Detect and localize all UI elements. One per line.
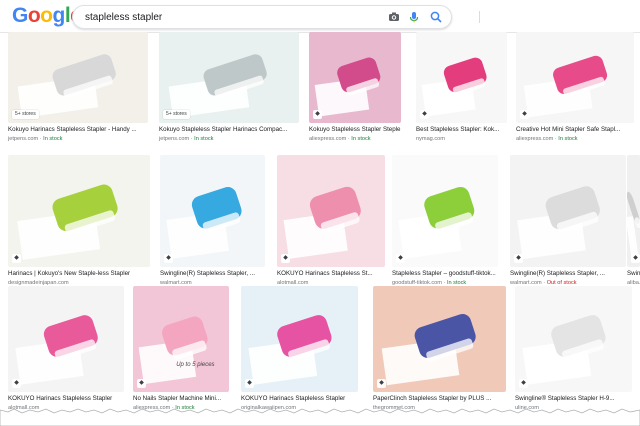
image-result[interactable]: ◆ Best Stapleless Stapler: Kok... nymag.co… [416,32,507,147]
stores-badge: 5+ stores [163,110,190,119]
image-result[interactable]: 5+ stores Kokuyo Stapleless Stapler Harin… [159,32,299,147]
image-result[interactable]: ◆ PaperClinch Stapleless Stapler by PLUS … [373,286,506,416]
result-title[interactable]: Kokuyo Harinacs Stapleless Stapler - Han… [8,126,148,134]
result-title[interactable]: No Nails Stapler Machine Mini... [133,395,229,403]
result-title[interactable]: KOKUYO Harinacs Stapleless Stapler [8,395,124,403]
tag-icon: ◆ [377,379,386,388]
search-divider [479,11,480,23]
logo-letter: G [12,4,28,27]
result-title[interactable]: KOKUYO Harinacs Stapleless St... [277,270,385,278]
image-result[interactable]: ◆ KOKUYO Harinacs Stapleless Stapler origi… [241,286,358,416]
image-result[interactable]: ◆ Creative Hot Mini Stapler Safe Stapl...… [516,32,634,147]
result-thumbnail[interactable] [516,32,634,123]
image-result[interactable]: ◆ Stapleless Stapler – goodstuff-tiktok..… [392,155,498,291]
thumbnail-overlay-text: Up to 5 pieces [176,362,215,369]
result-title[interactable]: Swingl... [627,270,640,278]
source-domain: aliexpress.com [309,136,347,142]
tag-icon: ◆ [420,110,429,119]
result-title[interactable]: Harinacs | Kokuyo's New Staple-less Stap… [8,270,150,278]
result-source: aliexpress.com · In stock [309,135,401,143]
result-title[interactable]: Best Stapleless Stapler: Kok... [416,126,507,134]
source-domain: jetpens.com [8,136,39,142]
logo-letter: o [27,4,41,27]
mic-icon[interactable] [407,10,421,24]
result-source: jetpens.com · In stock [8,135,148,143]
tag-icon: ◆ [519,379,528,388]
top-bar: Google [0,0,640,33]
stores-badge: 5+ stores [12,110,39,119]
result-title[interactable]: Swingline® Stapleless Stapler H-9... [515,395,632,403]
image-result[interactable]: ◆ Up to 5 pieces No Nails Stapler Machine … [133,286,229,416]
source-domain: nymag.com [416,136,445,142]
image-result[interactable]: ◆ KOKUYO Harinacs Stapleless St... alotmal… [277,155,385,291]
tag-icon: ◆ [245,379,254,388]
search-input[interactable] [85,9,365,25]
image-results-grid: 5+ stores Kokuyo Harinacs Stapleless Stap… [0,32,640,426]
tag-icon: ◆ [313,110,322,119]
result-source: aliexpress.com · In stock [516,135,634,143]
result-title[interactable]: Kokuyo Stapleless Stapler Steple Pa... [309,126,401,134]
image-result[interactable]: ◆ Harinacs | Kokuyo's New Staple-less Sta… [8,155,150,291]
result-thumbnail[interactable] [627,155,640,267]
result-thumbnail[interactable] [133,286,229,392]
result-title[interactable]: KOKUYO Harinacs Stapleless Stapler [241,395,358,403]
search-box[interactable] [72,5,480,29]
search-icon[interactable] [429,10,443,24]
result-thumbnail[interactable] [277,155,385,267]
tag-icon: ◆ [12,379,21,388]
logo-letter: g [52,4,66,27]
tag-icon: ◆ [164,254,173,263]
image-result[interactable]: ◆ Swingline(R) Stapleless Stapler, ... wal… [510,155,626,291]
google-logo[interactable]: Google [12,4,82,27]
result-thumbnail[interactable] [510,155,626,267]
result-source: jetpens.com · In stock [159,135,299,143]
result-thumbnail[interactable] [373,286,506,392]
tag-icon: ◆ [396,254,405,263]
result-thumbnail[interactable] [309,32,401,123]
result-thumbnail[interactable] [160,155,265,267]
source-domain: jetpens.com [159,136,190,142]
camera-icon[interactable] [387,10,401,24]
result-thumbnail[interactable] [241,286,358,392]
tag-icon: ◆ [514,254,523,263]
image-result[interactable]: ◆Swingl...aliba... [627,155,640,291]
tag-icon: ◆ [12,254,21,263]
stock-status: In stock [43,136,63,142]
result-title[interactable]: PaperClinch Stapleless Stapler by PLUS .… [373,395,506,403]
result-title[interactable]: Swingline(R) Stapleless Stapler, ... [510,270,626,278]
result-thumbnail[interactable] [392,155,498,267]
result-thumbnail[interactable] [8,155,150,267]
tag-icon: ◆ [520,110,529,119]
result-thumbnail[interactable] [8,286,124,392]
result-thumbnail[interactable] [416,32,507,123]
image-result[interactable]: ◆ Swingline® Stapleless Stapler H-9... uli… [515,286,632,416]
tag-icon: ◆ [631,254,640,263]
result-title[interactable]: Kokuyo Stapleless Stapler Harinacs Compa… [159,126,299,134]
stock-status: In stock [194,136,214,142]
result-source: nymag.com [416,135,507,143]
image-result[interactable]: 5+ stores Kokuyo Harinacs Stapleless Stap… [8,32,148,147]
image-result[interactable]: ◆Kokuyo Stapleless Stapler Steple Pa...a… [309,32,401,147]
stock-status: In stock [351,136,371,142]
source-domain: aliexpress.com [516,136,554,142]
result-thumbnail[interactable] [515,286,632,392]
image-result[interactable]: ◆ Swingline(R) Stapleless Stapler, ... wal… [160,155,265,291]
image-result[interactable]: ◆ KOKUYO Harinacs Stapleless Stapler alotm… [8,286,124,416]
stock-status: In stock [558,136,578,142]
logo-letter: o [40,4,53,27]
result-title[interactable]: Stapleless Stapler – goodstuff-tiktok... [392,270,498,278]
result-title[interactable]: Creative Hot Mini Stapler Safe Stapl... [516,126,634,134]
torn-edge [0,408,640,426]
result-title[interactable]: Swingline(R) Stapleless Stapler, ... [160,270,265,278]
tag-icon: ◆ [137,379,146,388]
tag-icon: ◆ [281,254,290,263]
